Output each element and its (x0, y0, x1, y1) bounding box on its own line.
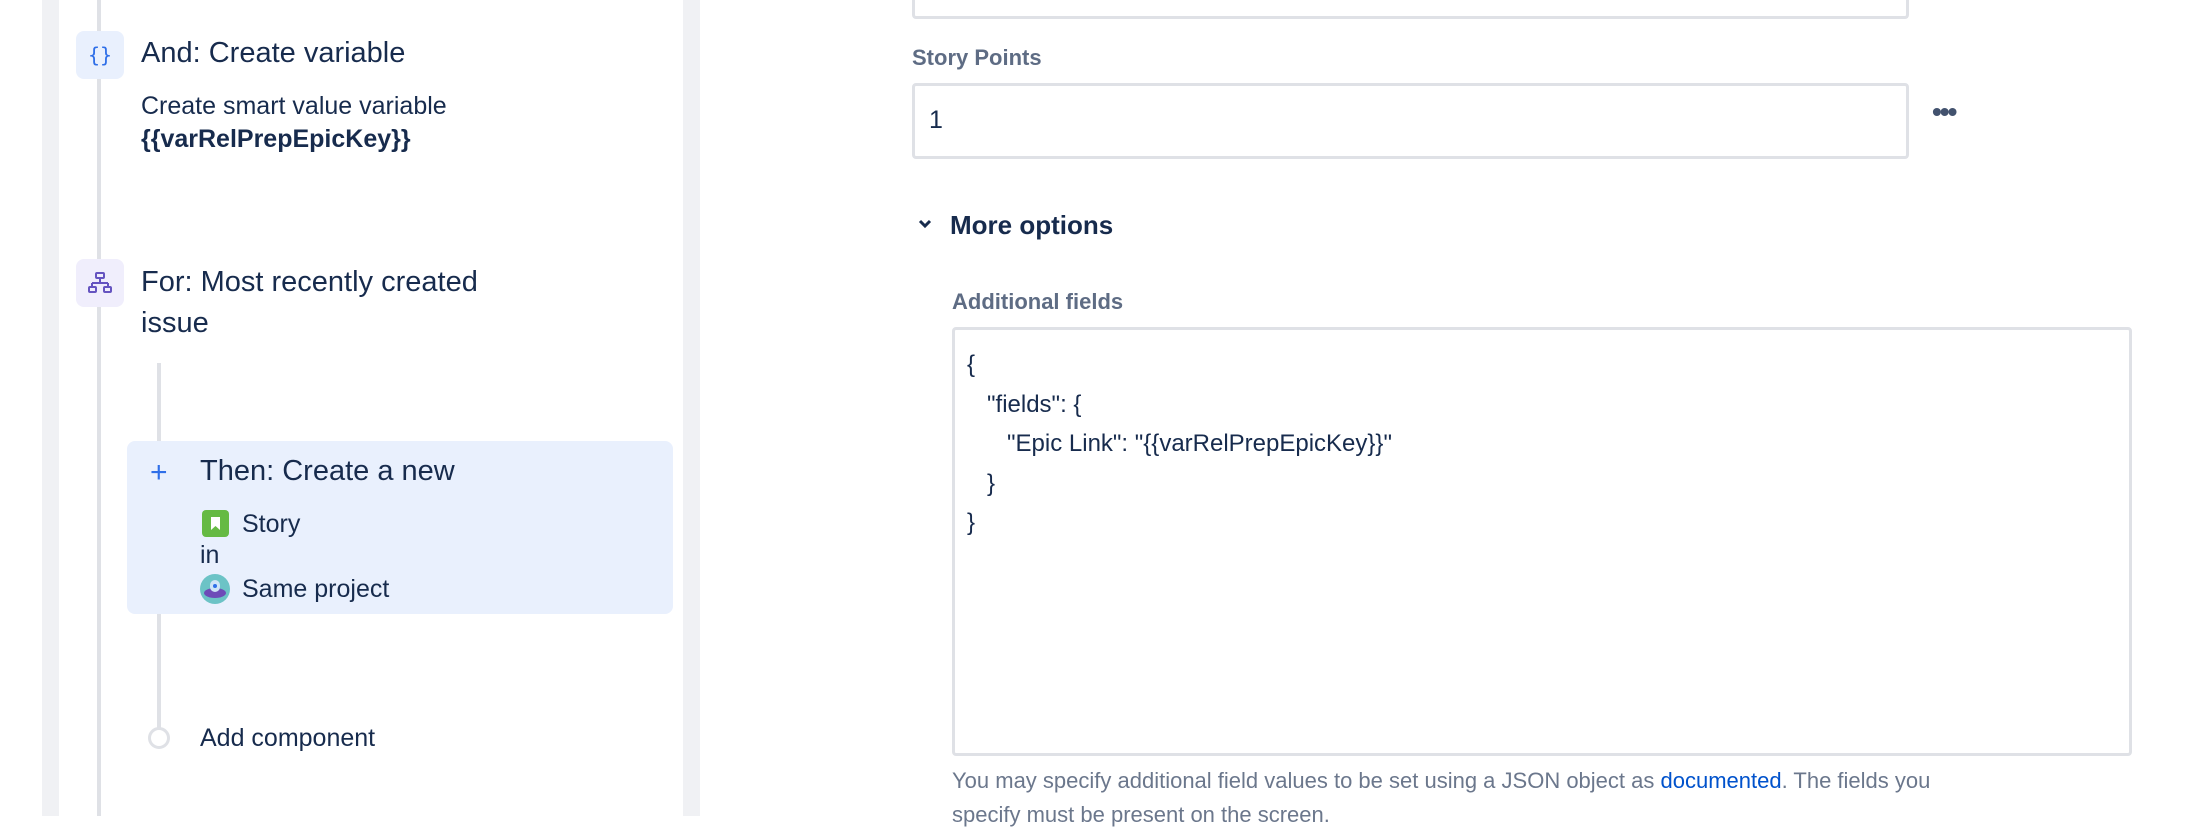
help-text-suffix: . The fields you (1781, 768, 1931, 793)
connector-text: in (200, 541, 220, 569)
add-component-node-icon (148, 727, 170, 749)
json-line: { (967, 351, 976, 378)
left-gutter (42, 0, 59, 816)
issue-type: Story (242, 510, 301, 538)
story-points-value: 1 (929, 106, 943, 134)
hierarchy-icon (76, 259, 124, 307)
then-step-title: Then: Create a new (200, 455, 455, 487)
help-text-prefix: You may specify additional field values … (952, 768, 1661, 793)
more-options-toggle[interactable]: More options (950, 210, 1113, 241)
variable-name: {{varRelPrepEpicKey}} (141, 125, 411, 153)
help-text-line2: specify must be present on the screen. (952, 802, 1330, 827)
project-name: Same project (242, 575, 390, 603)
story-points-label: Story Points (912, 45, 1042, 70)
step-title-for-branch[interactable]: For: Most recently created (141, 266, 478, 299)
step-title-create-variable[interactable]: And: Create variable (141, 37, 405, 70)
documented-link[interactable]: documented (1660, 768, 1781, 793)
step-description: Create smart value variable (141, 92, 447, 120)
add-component-link[interactable]: Add component (200, 724, 375, 753)
braces-icon: {} (76, 31, 124, 79)
story-icon (202, 510, 229, 537)
plus-icon[interactable]: + (150, 456, 168, 490)
json-line: "fields": { (967, 390, 1082, 418)
svg-text:{}: {} (88, 43, 112, 67)
rule-timeline (97, 0, 101, 816)
json-line: } (967, 509, 976, 536)
panel-divider (683, 0, 700, 816)
additional-fields-label: Additional fields (952, 289, 1124, 314)
json-line: "Epic Link": "{{varRelPrepEpicKey}}" (967, 430, 1392, 457)
json-line: } (967, 469, 996, 497)
previous-field-input[interactable] (912, 0, 1909, 19)
help-text: You may specify additional field values … (952, 768, 1930, 794)
additional-fields-textarea[interactable]: { "fields": { "Epic Link": "{{varRelPrep… (952, 327, 2132, 756)
step-title-for-branch-line2: issue (141, 307, 209, 339)
ellipsis-icon[interactable]: ••• (1932, 96, 1957, 128)
chevron-down-icon[interactable] (916, 215, 934, 238)
story-points-input[interactable]: 1 (912, 83, 1909, 159)
project-avatar-icon (200, 574, 230, 604)
